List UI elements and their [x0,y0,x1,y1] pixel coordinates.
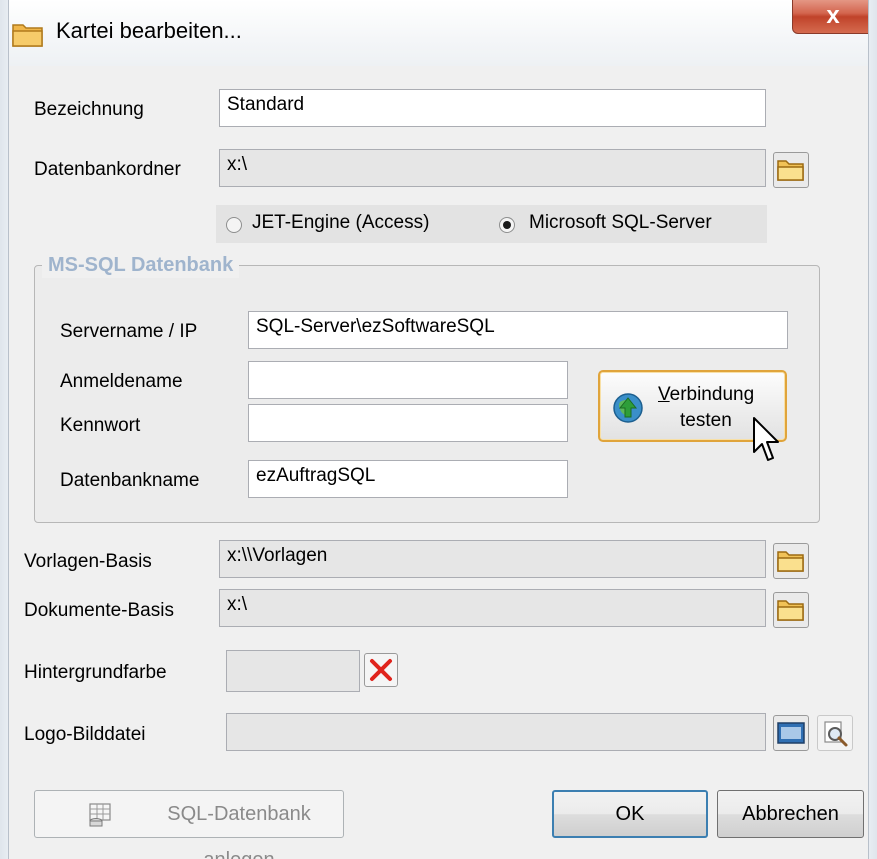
datenbankordner-input[interactable]: x:\ [219,149,766,187]
clear-color-button[interactable] [364,653,398,687]
close-button[interactable]: x [792,0,874,34]
database-icon [89,803,111,827]
anmeldename-input[interactable] [248,361,568,399]
window-frame-left [0,0,9,859]
cancel-button[interactable]: Abbrechen [717,790,864,838]
red-x-icon [370,659,392,681]
verbindung-label: Verbindung [658,384,754,406]
dokumente-browse-button[interactable] [773,592,809,628]
folder-icon [12,24,43,47]
anmeldename-label: Anmeldename [60,371,183,392]
vorlagen-basis-input[interactable]: x:\\Vorlagen [219,540,766,578]
datenbankname-label: Datenbankname [60,470,200,491]
testen-label: testen [680,410,732,431]
sql-datenbank-anlegen-label: SQL-Datenbank anlegen [167,803,311,859]
hintergrundfarbe-label: Hintergrundfarbe [24,662,167,683]
folder-icon [777,600,804,621]
vorlagen-basis-label: Vorlagen-Basis [24,551,152,572]
datenbankname-input[interactable]: ezAuftragSQL [248,460,568,498]
servername-input[interactable]: SQL-Server\ezSoftwareSQL [248,311,788,349]
dialog-window: Kartei bearbeiten... x Bezeichnung Stand… [0,0,877,859]
logo-preview-button[interactable] [817,715,853,751]
jet-engine-radio[interactable] [226,217,242,233]
logo-browse-button[interactable] [773,715,809,751]
servername-label: Servername / IP [60,321,198,342]
vorlagen-browse-button[interactable] [773,543,809,579]
jet-engine-label[interactable]: JET-Engine (Access) [252,212,429,234]
window-frame-right [868,0,877,859]
sql-datenbank-anlegen-button[interactable]: SQL-Datenbank anlegen [34,790,344,859]
datenbankordner-browse-button[interactable] [773,152,809,188]
image-icon [777,722,805,744]
bezeichnung-label: Bezeichnung [34,99,144,120]
window-title: Kartei bearbeiten... [56,18,242,43]
kennwort-label: Kennwort [60,415,141,436]
sql-server-radio[interactable] [499,217,515,233]
logo-bilddatei-label: Logo-Bilddatei [24,724,146,745]
engine-radio-group: JET-Engine (Access) Microsoft SQL-Server [216,205,767,243]
sql-server-label[interactable]: Microsoft SQL-Server [529,212,712,234]
dokumente-basis-label: Dokumente-Basis [24,600,174,621]
mssql-group-legend: MS-SQL Datenbank [42,252,240,278]
folder-icon [777,160,804,181]
magnifier-icon [824,721,848,747]
datenbankordner-label: Datenbankordner [34,159,181,180]
mouse-cursor-icon [753,417,779,461]
title-bar[interactable]: Kartei bearbeiten... x [0,0,877,66]
dokumente-basis-input[interactable]: x:\ [219,589,766,627]
folder-icon [777,551,804,572]
kennwort-input[interactable] [248,404,568,442]
verbindung-accel-letter: V [658,384,670,405]
logo-bilddatei-input[interactable] [226,713,766,751]
hintergrundfarbe-swatch[interactable] [226,650,360,692]
verbindung-label-rest: erbindung [669,384,755,405]
bezeichnung-input[interactable]: Standard [219,89,766,127]
ok-button[interactable]: OK [552,790,708,838]
globe-icon [613,393,643,423]
